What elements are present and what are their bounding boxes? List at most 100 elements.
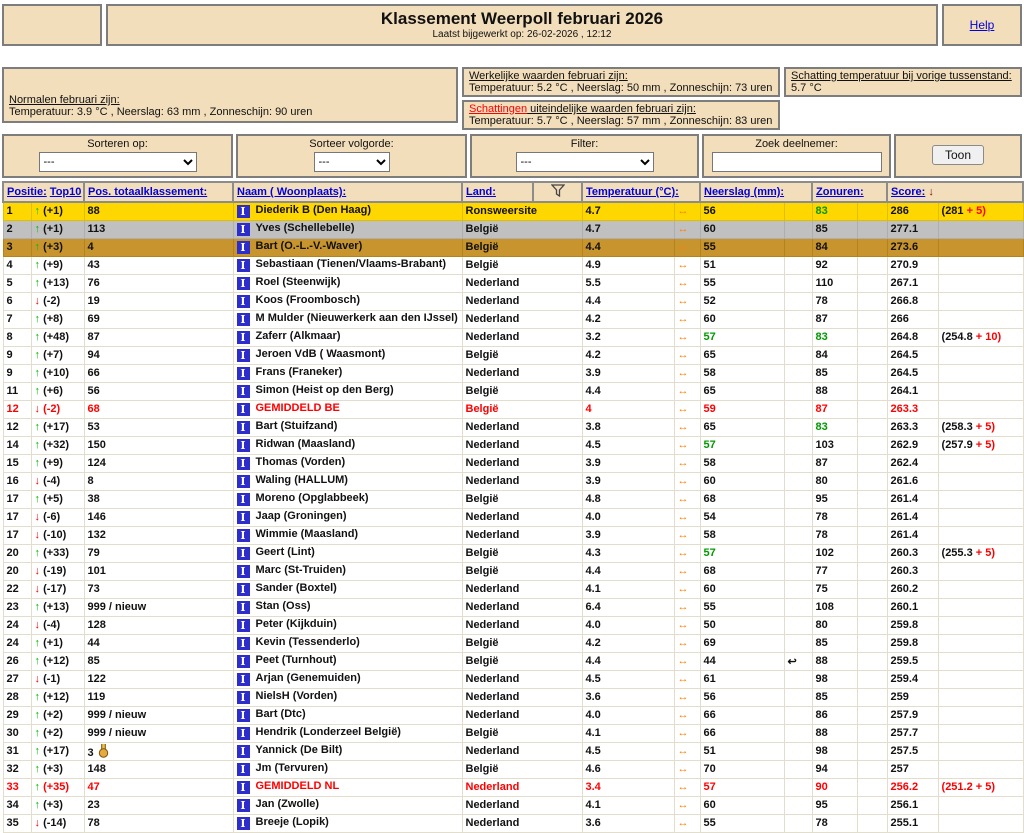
positie-cell: 34 xyxy=(2,795,32,815)
participant-info-icon[interactable]: I xyxy=(236,799,250,812)
table-row: 31 ↑ (+17) 3 I Yannick (De Bilt) Nederland 4.5… xyxy=(2,741,1024,761)
participant-info-icon[interactable]: I xyxy=(236,493,250,506)
naam-cell: I Kevin (Tessenderlo) xyxy=(232,633,463,653)
naam-cell: I Koos (Froombosch) xyxy=(232,291,463,311)
participant-info-icon[interactable]: I xyxy=(236,403,250,416)
participant-info-icon[interactable]: I xyxy=(236,241,250,254)
participant-info-icon[interactable]: I xyxy=(236,565,250,578)
table-row: 29 ↑ (+2) 999 / nieuw I Bart (Dtc) Nederland 4… xyxy=(2,705,1024,725)
positie-sort-link[interactable]: Positie: xyxy=(7,186,47,198)
pos-totaalklassement-cell: 8 xyxy=(83,471,234,491)
neerslag-extra-cell xyxy=(783,561,813,581)
participant-info-icon[interactable]: I xyxy=(236,385,250,398)
zonuren-sort-link[interactable]: Zonuren: xyxy=(816,186,864,198)
participant-info-icon[interactable]: I xyxy=(236,655,250,668)
temperatuur-sort-link[interactable]: Temperatuur (°C): xyxy=(586,186,679,198)
temperatuur-trend-cell: ↔ xyxy=(673,543,701,563)
both-directions-arrow-icon: ↔ xyxy=(677,313,689,325)
toon-button[interactable]: Toon xyxy=(931,145,985,165)
land-sort-link[interactable]: Land: xyxy=(466,186,496,198)
participant-info-icon[interactable]: I xyxy=(236,529,250,542)
participant-info-icon[interactable]: I xyxy=(236,727,250,740)
pos-totaalklassement-cell: 85 xyxy=(83,651,234,671)
zoek-deelnemer-input[interactable] xyxy=(711,152,882,172)
zonuren-cell: 90 xyxy=(811,777,858,797)
participant-info-icon[interactable]: I xyxy=(236,763,250,776)
participant-info-icon[interactable]: I xyxy=(236,439,250,452)
neerslag-extra-cell xyxy=(783,669,813,689)
participant-info-icon[interactable]: I xyxy=(236,673,250,686)
participant-info-icon[interactable]: I xyxy=(236,745,250,758)
positie-cell: 23 xyxy=(2,597,32,617)
participant-info-icon[interactable]: I xyxy=(236,367,250,380)
participant-info-icon[interactable]: I xyxy=(236,349,250,362)
table-row: 20 ↑ (+33) 79 I Geert (Lint) België 4.3 ↔ 57 102 2… xyxy=(2,543,1024,563)
zonuren-extra-cell xyxy=(856,201,888,221)
participant-info-icon[interactable]: I xyxy=(236,781,250,794)
participant-info-icon[interactable]: I xyxy=(236,475,250,488)
pos-totaalklassement-cell: 78 xyxy=(83,813,234,833)
participant-info-icon[interactable]: I xyxy=(236,313,250,326)
top10-cell: ↓ (-4) xyxy=(30,615,85,635)
participant-name: Bart (O.-L.-V.-Waver) xyxy=(255,240,363,252)
land-cell: België xyxy=(461,237,583,257)
up-arrow-icon: ↑ xyxy=(34,709,41,721)
zonuren-extra-cell xyxy=(856,705,888,725)
tussenstand-value: 5.7 °C xyxy=(791,82,822,94)
score-sort-link[interactable]: Score: xyxy=(891,186,925,198)
top10-cell: ↑ (+6) xyxy=(30,381,85,401)
both-directions-arrow-icon: ↔ xyxy=(677,547,689,559)
participant-info-icon[interactable]: I xyxy=(236,637,250,650)
participant-info-icon[interactable]: I xyxy=(236,511,250,524)
temperatuur-cell: 3.9 xyxy=(581,453,675,473)
sorteren-select[interactable]: --- xyxy=(38,152,197,172)
pos-totaal-sort-link[interactable]: Pos. totaalklassement: xyxy=(88,186,207,198)
land-cell: België xyxy=(461,759,583,779)
score-cell: 259 xyxy=(886,687,939,707)
neerslag-cell: 65 xyxy=(699,381,785,401)
participant-info-icon[interactable]: I xyxy=(236,709,250,722)
neerslag-sort-link[interactable]: Neerslag (mm): xyxy=(704,186,784,198)
land-cell: België xyxy=(461,723,583,743)
naam-cell: I Jan (Zwolle) xyxy=(232,795,463,815)
participant-info-icon[interactable]: I xyxy=(236,223,250,236)
temperatuur-trend-cell: ↔ xyxy=(673,417,701,437)
participant-info-icon[interactable]: I xyxy=(236,421,250,434)
positie-cell: 14 xyxy=(2,435,32,455)
zonuren-extra-cell xyxy=(856,381,888,401)
top10-cell: ↑ (+10) xyxy=(30,363,85,383)
temperatuur-cell: 4.1 xyxy=(581,723,675,743)
participant-info-icon[interactable]: I xyxy=(236,619,250,632)
pos-totaalklassement-cell: 43 xyxy=(83,255,234,275)
neerslag-cell: 58 xyxy=(699,453,785,473)
naam-cell: I Yannick (De Bilt) xyxy=(232,741,463,761)
naam-sort-link[interactable]: Naam ( Woonplaats): xyxy=(237,186,346,198)
table-row: 28 ↑ (+12) 119 I NielsH (Vorden) Nederland 3.6… xyxy=(2,687,1024,707)
top10-cell: ↓ (-10) xyxy=(30,525,85,545)
up-arrow-icon: ↑ xyxy=(34,745,41,757)
table-row: 8 ↑ (+48) 87 I Zaferr (Alkmaar) Nederland 3.2 ↔… xyxy=(2,327,1024,347)
filter-select[interactable]: --- xyxy=(515,152,654,172)
participant-info-icon[interactable]: I xyxy=(236,295,250,308)
score-bonus-cell: (255.3 + 5) xyxy=(937,543,1024,563)
participant-name: Roel (Steenwijk) xyxy=(255,276,341,288)
participant-info-icon[interactable]: I xyxy=(236,259,250,272)
participant-info-icon[interactable]: I xyxy=(236,583,250,596)
participant-info-icon[interactable]: I xyxy=(236,691,250,704)
top10-cell: ↑ (+17) xyxy=(30,741,85,761)
participant-info-icon[interactable]: I xyxy=(236,277,250,290)
participant-info-icon[interactable]: I xyxy=(236,331,250,344)
participant-info-icon[interactable]: I xyxy=(236,601,250,614)
up-arrow-icon: ↑ xyxy=(34,457,41,469)
participant-info-icon[interactable]: I xyxy=(236,205,250,219)
participant-info-icon[interactable]: I xyxy=(236,457,250,470)
both-directions-arrow-icon: ↔ xyxy=(677,241,689,253)
filter-funnel-icon[interactable] xyxy=(550,184,565,198)
score-bonus-cell xyxy=(937,651,1024,671)
help-link[interactable]: Help xyxy=(970,18,995,32)
participant-info-icon[interactable]: I xyxy=(236,547,250,560)
top10-sort-link[interactable]: Top10 xyxy=(50,186,82,198)
participant-info-icon[interactable]: I xyxy=(236,817,250,830)
zonuren-extra-cell xyxy=(856,363,888,383)
sorteer-volgorde-select[interactable]: --- xyxy=(313,152,390,172)
